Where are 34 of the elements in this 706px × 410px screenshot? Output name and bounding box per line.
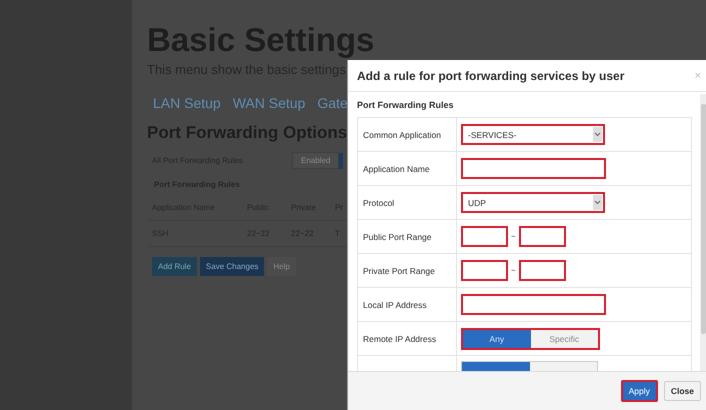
caret-icon xyxy=(593,195,602,210)
form-section-title: Port Forwarding Rules xyxy=(357,100,455,110)
range-separator: ~ xyxy=(511,266,516,275)
caret-icon xyxy=(593,127,602,142)
dialog-title: Add a rule for port forwarding services by user xyxy=(357,68,624,82)
input-field[interactable] xyxy=(461,226,508,247)
tab[interactable]: WAN Setup xyxy=(232,95,306,111)
tab[interactable]: Gate xyxy=(317,95,348,111)
select-field[interactable]: -SERVICES- xyxy=(461,124,605,145)
range-separator: ~ xyxy=(511,232,516,241)
field-label: Public Port Range xyxy=(363,232,432,242)
page-button[interactable]: Help xyxy=(267,257,296,276)
toggle-segment[interactable]: Specific xyxy=(530,330,598,348)
dialog-button[interactable]: Close xyxy=(664,381,701,401)
field-label: Remote IP Address xyxy=(363,334,436,344)
field-label: Common Application xyxy=(363,130,441,140)
field-label: Protocol xyxy=(363,198,394,208)
scrollbar[interactable] xyxy=(700,94,706,371)
page-button[interactable]: Add Rule xyxy=(152,257,197,276)
field-label: Private Port Range xyxy=(363,266,435,276)
input-field[interactable] xyxy=(461,260,508,281)
input-field[interactable] xyxy=(461,294,606,315)
input-field[interactable] xyxy=(518,226,566,247)
field-label: Local IP Address xyxy=(363,300,427,310)
enabled-button[interactable]: Enabled xyxy=(292,152,340,169)
field-label: Application Name xyxy=(363,164,430,174)
dialog-button[interactable]: Apply xyxy=(620,380,658,402)
input-field[interactable] xyxy=(461,158,606,179)
page-button[interactable]: Save Changes xyxy=(200,257,264,276)
tab[interactable]: LAN Setup xyxy=(153,95,221,111)
toggle-segment[interactable] xyxy=(339,152,344,168)
input-field[interactable] xyxy=(518,260,566,281)
toggle-segment[interactable]: Any xyxy=(463,330,530,348)
select-field[interactable]: UDP xyxy=(461,192,605,213)
